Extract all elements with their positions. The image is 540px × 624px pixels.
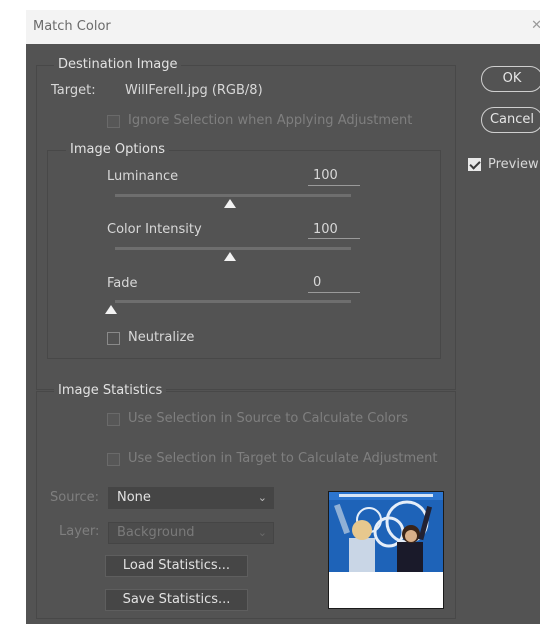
ignore-selection-checkbox[interactable] [107, 115, 120, 128]
target-label: Target: [51, 83, 96, 98]
ignore-selection-label: Ignore Selection when Applying Adjustmen… [128, 113, 413, 128]
layer-select-value: Background [117, 525, 195, 540]
chevron-down-icon: ⌄ [257, 491, 267, 504]
save-statistics-button[interactable]: Save Statistics... [105, 589, 248, 611]
source-select-value: None [117, 490, 151, 505]
match-color-dialog: Destination Image Target: WillFerell.jpg… [26, 44, 540, 624]
luminance-slider-thumb[interactable] [224, 199, 236, 208]
layer-label: Layer: [59, 524, 100, 539]
close-icon[interactable]: ✕ [531, 18, 540, 33]
ok-button[interactable]: OK [481, 66, 540, 92]
color-intensity-value[interactable]: 100 [313, 222, 338, 237]
target-value: WillFerell.jpg (RGB/8) [125, 83, 263, 98]
color-intensity-field-underline [308, 238, 360, 239]
fade-field-underline [308, 292, 360, 293]
use-source-selection-checkbox[interactable] [107, 413, 120, 426]
load-statistics-button[interactable]: Load Statistics... [105, 555, 248, 577]
use-source-selection-label: Use Selection in Source to Calculate Col… [128, 411, 408, 426]
fade-value[interactable]: 0 [313, 275, 321, 290]
thumbnail-photo [329, 492, 443, 608]
image-options-legend: Image Options [66, 142, 170, 157]
destination-image-legend: Destination Image [54, 57, 182, 72]
color-intensity-label: Color Intensity [107, 222, 202, 237]
use-target-selection-label: Use Selection in Target to Calculate Adj… [128, 451, 438, 466]
fade-slider-track[interactable] [115, 300, 351, 303]
neutralize-label: Neutralize [128, 330, 195, 345]
source-label: Source: [50, 490, 100, 505]
luminance-field-underline [308, 185, 360, 186]
use-target-selection-checkbox[interactable] [107, 453, 120, 466]
cancel-button[interactable]: Cancel [481, 107, 540, 133]
color-intensity-slider-track[interactable] [115, 247, 351, 250]
chevron-down-icon: ⌄ [257, 526, 267, 539]
source-select[interactable]: None ⌄ [108, 487, 274, 509]
preview-checkbox[interactable] [468, 158, 481, 171]
fade-slider-thumb[interactable] [105, 305, 117, 314]
dialog-title: Match Color [33, 19, 111, 34]
image-statistics-legend: Image Statistics [54, 383, 167, 398]
layer-select[interactable]: Background ⌄ [108, 522, 274, 544]
luminance-slider-track[interactable] [115, 194, 351, 197]
fade-label: Fade [107, 276, 138, 291]
preview-label: Preview [488, 157, 539, 172]
color-intensity-slider-thumb[interactable] [224, 252, 236, 261]
dialog-titlebar: Match Color ✕ [26, 10, 540, 44]
source-thumbnail-image [328, 491, 444, 609]
luminance-value[interactable]: 100 [313, 168, 338, 183]
luminance-label: Luminance [107, 169, 179, 184]
neutralize-checkbox[interactable] [107, 332, 120, 345]
